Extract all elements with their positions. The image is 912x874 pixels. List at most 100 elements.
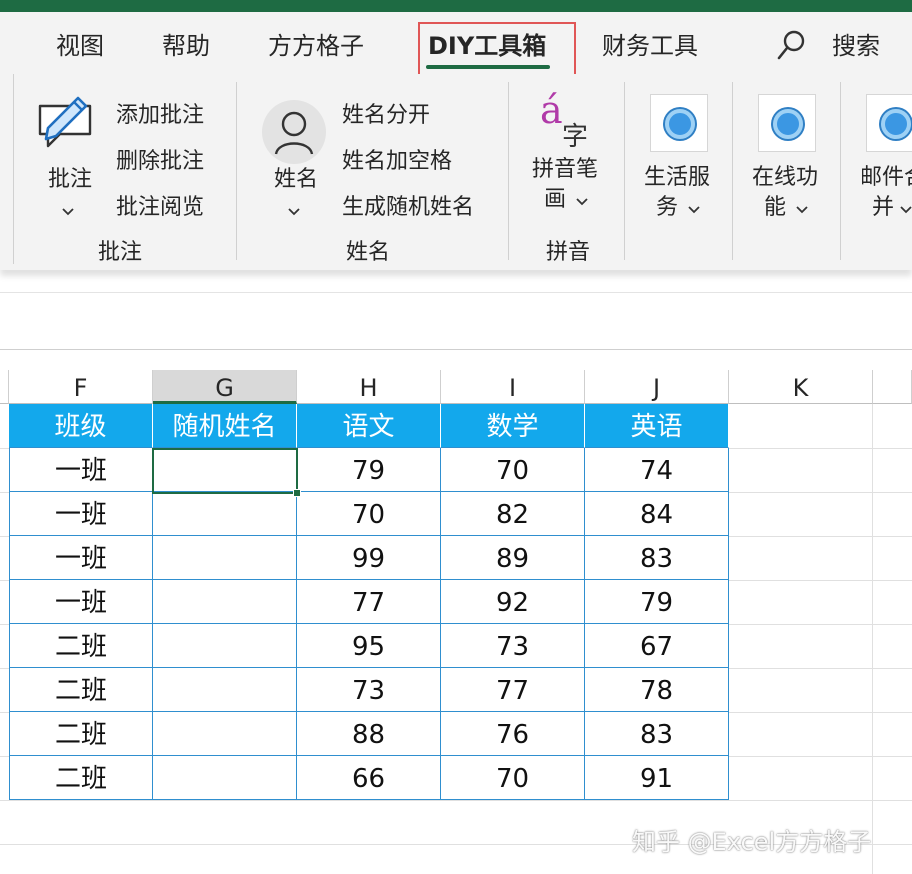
- table-cell[interactable]: 70: [441, 448, 585, 492]
- ribbon-panel: 批注 添加批注 删除批注 批注阅览 批注 姓名 姓名分开 姓名加空格 生成随机姓…: [0, 74, 912, 270]
- column-header-h[interactable]: H: [297, 370, 441, 404]
- add-comment-button[interactable]: 添加批注: [116, 102, 204, 130]
- comment-pencil-icon[interactable]: [34, 88, 100, 150]
- column-header-i[interactable]: I: [441, 370, 585, 404]
- person-avatar-icon[interactable]: [262, 100, 326, 164]
- table-cell[interactable]: 99: [297, 536, 441, 580]
- online-function-button-line2[interactable]: 能: [764, 194, 786, 222]
- group-label-comments: 批注: [98, 240, 143, 265]
- column-header-k[interactable]: K: [729, 370, 873, 404]
- chevron-down-icon[interactable]: [688, 206, 700, 214]
- table-cell[interactable]: 84: [585, 492, 729, 536]
- delete-comment-button[interactable]: 删除批注: [116, 148, 204, 176]
- table-cell[interactable]: 73: [441, 624, 585, 668]
- table-cell[interactable]: [153, 756, 297, 800]
- table-cell[interactable]: 73: [297, 668, 441, 712]
- mail-merge-button[interactable]: 邮件合: [862, 164, 912, 192]
- table-cell[interactable]: 76: [441, 712, 585, 756]
- table-header-chinese[interactable]: 语文: [297, 404, 441, 448]
- table-cell[interactable]: 91: [585, 756, 729, 800]
- review-comments-button[interactable]: 批注阅览: [116, 194, 204, 222]
- table-cell[interactable]: 67: [585, 624, 729, 668]
- split-name-button[interactable]: 姓名分开: [342, 102, 430, 130]
- group-label-names: 姓名: [346, 240, 391, 265]
- table-cell[interactable]: 66: [297, 756, 441, 800]
- table-cell[interactable]: [153, 712, 297, 756]
- table-cell[interactable]: 95: [297, 624, 441, 668]
- mail-merge-button-line2[interactable]: 并: [872, 194, 894, 222]
- table-header-math[interactable]: 数学: [441, 404, 585, 448]
- table-cell[interactable]: 92: [441, 580, 585, 624]
- table-cell[interactable]: 79: [585, 580, 729, 624]
- table-cell[interactable]: 一班: [9, 536, 153, 580]
- group-divider: [840, 82, 841, 260]
- table-cell[interactable]: 70: [297, 492, 441, 536]
- chevron-down-icon[interactable]: [796, 206, 808, 214]
- table-cell[interactable]: 77: [297, 580, 441, 624]
- table-cell[interactable]: 一班: [9, 492, 153, 536]
- formula-bar-area[interactable]: [0, 292, 912, 350]
- pinyin-stroke-button[interactable]: 拼音笔: [532, 156, 598, 184]
- ribbon-tab-bar: 视图 帮助 方方格子 DIY工具箱 财务工具 搜索: [0, 12, 912, 108]
- online-function-icon[interactable]: [758, 94, 816, 152]
- table-cell[interactable]: [153, 668, 297, 712]
- tab-finance-tools[interactable]: 财务工具: [602, 26, 698, 61]
- column-header-j[interactable]: J: [585, 370, 729, 404]
- life-service-button-line2[interactable]: 务: [656, 194, 678, 222]
- life-service-icon[interactable]: [650, 94, 708, 152]
- name-add-space-button[interactable]: 姓名加空格: [342, 148, 452, 176]
- pinyin-icon-accent: á: [540, 88, 563, 132]
- pinyin-stroke-button-line2[interactable]: 画: [544, 186, 566, 214]
- search-icon[interactable]: [776, 28, 806, 62]
- column-header-l[interactable]: [873, 370, 912, 404]
- table-cell[interactable]: 二班: [9, 756, 153, 800]
- table-cell[interactable]: 77: [441, 668, 585, 712]
- table-cell[interactable]: 二班: [9, 712, 153, 756]
- fill-handle[interactable]: [293, 489, 301, 497]
- column-header-edge: [0, 370, 9, 404]
- chevron-down-icon[interactable]: [62, 208, 74, 216]
- table-header-random-name[interactable]: 随机姓名: [153, 404, 297, 448]
- table-cell[interactable]: 一班: [9, 448, 153, 492]
- search-label[interactable]: 搜索: [832, 26, 880, 61]
- table-cell[interactable]: 88: [297, 712, 441, 756]
- table-cell[interactable]: 83: [585, 536, 729, 580]
- mail-merge-clip: 邮件合 并: [862, 94, 912, 290]
- gridline: [872, 404, 873, 874]
- chevron-down-icon[interactable]: [576, 198, 588, 206]
- tab-view[interactable]: 视图: [56, 26, 104, 61]
- table-cell[interactable]: 83: [585, 712, 729, 756]
- tab-fangfang[interactable]: 方方格子: [268, 26, 364, 61]
- tab-help[interactable]: 帮助: [162, 26, 210, 61]
- generate-random-name-button[interactable]: 生成随机姓名: [342, 194, 474, 222]
- table-cell[interactable]: 79: [297, 448, 441, 492]
- comment-big-button[interactable]: 批注: [48, 166, 92, 194]
- table-cell[interactable]: 二班: [9, 624, 153, 668]
- group-divider: [236, 82, 237, 260]
- table-cell[interactable]: 89: [441, 536, 585, 580]
- table-cell[interactable]: 二班: [9, 668, 153, 712]
- group-divider: [732, 82, 733, 260]
- table-cell[interactable]: [153, 492, 297, 536]
- table-cell[interactable]: [153, 624, 297, 668]
- life-service-button[interactable]: 生活服: [644, 164, 710, 192]
- column-header-f[interactable]: F: [9, 370, 153, 404]
- active-cell-selection[interactable]: [152, 448, 298, 494]
- mail-merge-icon[interactable]: [866, 94, 912, 152]
- table-header-english[interactable]: 英语: [585, 404, 729, 448]
- table-cell[interactable]: 70: [441, 756, 585, 800]
- table-cell[interactable]: [153, 580, 297, 624]
- chevron-down-icon[interactable]: [900, 206, 912, 214]
- name-big-button[interactable]: 姓名: [274, 166, 318, 194]
- table-cell[interactable]: [153, 536, 297, 580]
- group-label-pinyin: 拼音: [546, 240, 591, 265]
- group-divider: [508, 82, 509, 260]
- table-cell[interactable]: 74: [585, 448, 729, 492]
- online-function-button[interactable]: 在线功: [752, 164, 818, 192]
- table-header-class[interactable]: 班级: [9, 404, 153, 448]
- table-cell[interactable]: 78: [585, 668, 729, 712]
- table-cell[interactable]: 一班: [9, 580, 153, 624]
- chevron-down-icon[interactable]: [288, 208, 300, 216]
- table-cell[interactable]: 82: [441, 492, 585, 536]
- column-header-g[interactable]: G: [153, 370, 297, 404]
